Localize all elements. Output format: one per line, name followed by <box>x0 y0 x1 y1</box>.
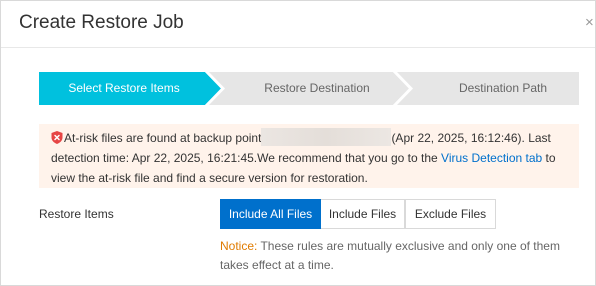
include-all-files-button[interactable]: Include All Files <box>220 199 321 229</box>
create-restore-job-dialog: Create Restore Job × Select Restore Item… <box>0 0 596 286</box>
include-files-button[interactable]: Include Files <box>321 199 405 229</box>
warning-text-before: At-risk files are found at backup point <box>64 131 262 145</box>
step-label: Restore Destination <box>264 81 370 95</box>
close-icon[interactable]: × <box>585 13 596 33</box>
dialog-header: Create Restore Job × <box>1 1 595 48</box>
wizard-steps: Select Restore Items Restore Destination… <box>39 72 579 105</box>
exclude-files-button[interactable]: Exclude Files <box>405 199 496 229</box>
shield-error-icon <box>51 131 63 144</box>
notice-label: Notice: <box>220 239 258 253</box>
virus-detection-tab-link[interactable]: Virus Detection tab <box>441 151 542 165</box>
redacted-backup-point <box>261 128 392 146</box>
notice-text: Notice: These rules are mutually exclusi… <box>220 237 580 275</box>
step-restore-destination: Restore Destination <box>209 72 409 105</box>
step-label: Select Restore Items <box>68 81 180 95</box>
warning-text: At-risk files are found at backup point(… <box>51 128 571 188</box>
step-destination-path: Destination Path <box>397 72 579 105</box>
notice-message: These rules are mutually exclusive and o… <box>220 239 560 272</box>
dialog-title: Create Restore Job <box>19 12 184 33</box>
step-label: Destination Path <box>458 81 548 95</box>
at-risk-warning-banner: At-risk files are found at backup point(… <box>39 124 579 188</box>
step-select-restore-items: Select Restore Items <box>39 72 221 105</box>
restore-items-label: Restore Items <box>39 207 114 221</box>
